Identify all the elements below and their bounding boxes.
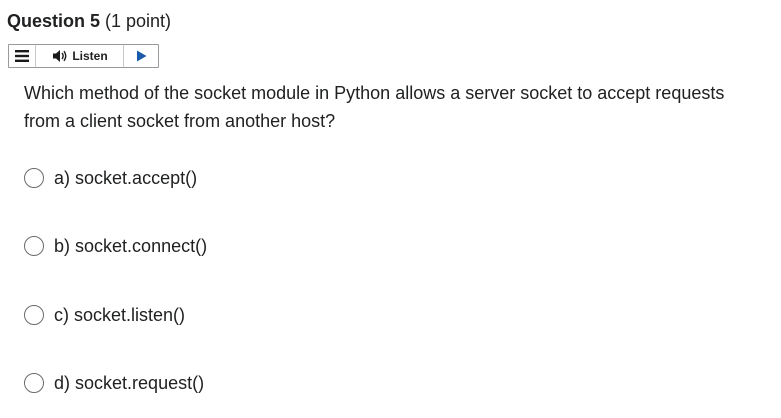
- quiz-page: Question 5 (1 point) Listen Which method…: [0, 0, 781, 418]
- option-a[interactable]: a) socket.accept(): [24, 165, 197, 191]
- listen-button[interactable]: Listen: [36, 45, 124, 67]
- read-aloud-toolbar: Listen: [8, 44, 159, 68]
- option-c[interactable]: c) socket.listen(): [24, 302, 185, 328]
- question-points: (1 point): [100, 11, 172, 31]
- radio-button-d[interactable]: [24, 373, 44, 393]
- option-c-label: c) socket.listen(): [54, 302, 185, 328]
- option-d-label: d) socket.request(): [54, 370, 204, 396]
- option-b[interactable]: b) socket.connect(): [24, 233, 207, 259]
- menu-button[interactable]: [9, 45, 36, 67]
- option-text: socket.listen(): [74, 305, 186, 325]
- play-button[interactable]: [124, 45, 158, 67]
- option-letter: c): [54, 305, 69, 325]
- question-text: Which method of the socket module in Pyt…: [24, 83, 725, 131]
- option-letter: a): [54, 168, 71, 188]
- option-text: socket.connect(): [75, 236, 208, 256]
- radio-button-a[interactable]: [24, 168, 44, 188]
- hamburger-menu-icon: [15, 50, 29, 62]
- option-d[interactable]: d) socket.request(): [24, 370, 204, 396]
- option-a-label: a) socket.accept(): [54, 165, 197, 191]
- play-icon: [136, 50, 146, 62]
- speaker-icon: [53, 50, 67, 62]
- option-b-label: b) socket.connect(): [54, 233, 207, 259]
- option-letter: b): [54, 236, 71, 256]
- radio-button-b[interactable]: [24, 236, 44, 256]
- listen-label: Listen: [72, 49, 108, 63]
- option-text: socket.request(): [75, 373, 205, 393]
- radio-button-c[interactable]: [24, 305, 44, 325]
- option-letter: d): [54, 373, 71, 393]
- option-text: socket.accept(): [75, 168, 198, 188]
- question-title: Question 5: [7, 11, 101, 31]
- question-header: Question 5 (1 point): [7, 9, 171, 33]
